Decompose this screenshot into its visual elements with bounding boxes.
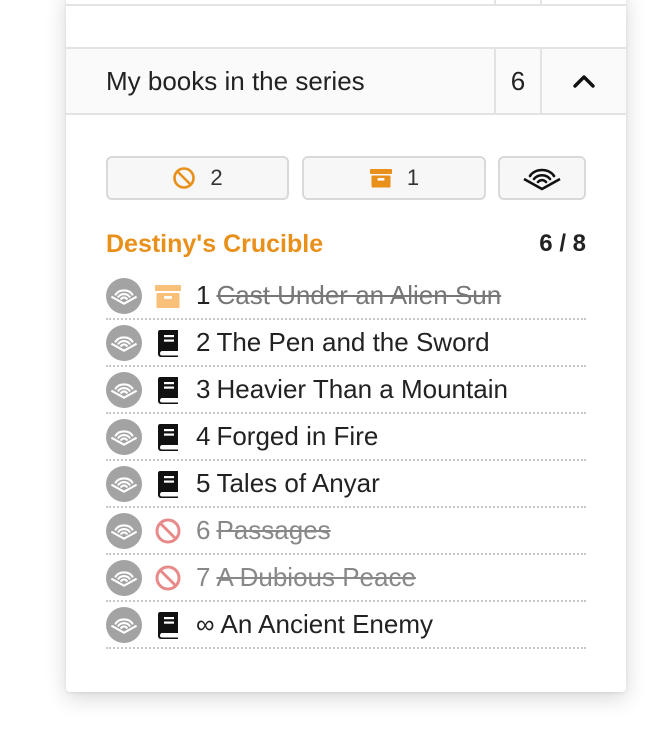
book-title-link[interactable]: 4 Forged in Fire xyxy=(196,421,378,452)
book-row: 7A Dubious Peace xyxy=(106,555,586,602)
previous-row xyxy=(66,0,626,6)
archive-icon xyxy=(369,166,393,190)
book-title: A Dubious Peace xyxy=(216,562,416,592)
book-title-link[interactable]: ∞ An Ancient Enemy xyxy=(196,609,433,640)
section-count-value: 6 xyxy=(510,65,526,96)
block-icon xyxy=(154,564,182,592)
audiobook-badge-icon[interactable] xyxy=(106,371,142,408)
book-row: 6 Passages xyxy=(106,508,586,555)
block-icon xyxy=(154,517,182,545)
filter-bar: 2 1 xyxy=(106,156,586,200)
filter-excluded-button[interactable]: 2 xyxy=(106,156,289,200)
book-title: The Pen and the Sword xyxy=(216,327,490,357)
book-number: 1 xyxy=(196,280,211,310)
book-title-link[interactable]: 1 Cast Under an Alien Sun xyxy=(196,280,501,311)
book-row: 3 Heavier Than a Mountain xyxy=(106,367,586,414)
book-title-link[interactable]: 3 Heavier Than a Mountain xyxy=(196,374,508,405)
book-icon xyxy=(154,329,182,357)
series-name-link[interactable]: Destiny's Crucible xyxy=(106,230,323,259)
book-title: An Ancient Enemy xyxy=(220,609,434,639)
archive-icon xyxy=(154,282,182,310)
book-number: ∞ xyxy=(196,609,215,639)
book-title-link[interactable]: 6 Passages xyxy=(196,515,331,546)
block-icon xyxy=(172,166,196,190)
section-count: 6 xyxy=(494,49,540,113)
book-list: 1 Cast Under an Alien Sun 2 The Pen and the… xyxy=(106,273,586,649)
book-title-link[interactable]: 7A Dubious Peace xyxy=(196,562,416,593)
book-title: Tales of Anyar xyxy=(216,468,380,498)
audiobook-badge-icon[interactable] xyxy=(106,418,142,455)
audiobook-badge-icon[interactable] xyxy=(106,606,142,643)
filter-archived-count: 1 xyxy=(406,165,420,190)
book-title: Cast Under an Alien Sun xyxy=(216,280,502,310)
filter-audible-button[interactable] xyxy=(498,156,586,200)
book-icon xyxy=(154,611,182,639)
my-books-header[interactable]: My books in the series 6 xyxy=(66,47,626,115)
book-icon xyxy=(154,423,182,451)
book-title: Passages xyxy=(216,515,331,545)
book-icon xyxy=(154,376,182,404)
divider xyxy=(494,0,496,6)
book-number: 5 xyxy=(196,468,211,498)
book-row: 2 The Pen and the Sword xyxy=(106,320,586,367)
audiobook-badge-icon[interactable] xyxy=(106,277,142,314)
section-title: My books in the series xyxy=(106,66,365,96)
book-number: 4 xyxy=(196,421,211,451)
audiobook-badge-icon[interactable] xyxy=(106,324,142,361)
audiobook-badge-icon[interactable] xyxy=(106,465,142,502)
book-number: 7 xyxy=(196,562,211,592)
book-row: 1 Cast Under an Alien Sun xyxy=(106,273,586,320)
book-row: ∞ An Ancient Enemy xyxy=(106,602,586,649)
filter-excluded-count: 2 xyxy=(210,165,223,190)
book-title: Forged in Fire xyxy=(216,421,379,451)
series-progress: 6 / 8 xyxy=(539,230,586,257)
audiobook-badge-icon[interactable] xyxy=(106,559,142,596)
audiobook-badge-icon[interactable] xyxy=(106,512,142,549)
collapse-toggle-button[interactable] xyxy=(540,49,626,113)
chevron-up-icon xyxy=(573,75,595,88)
book-number: 2 xyxy=(196,327,211,357)
book-title-link[interactable]: 2 The Pen and the Sword xyxy=(196,327,490,358)
series-header: Destiny's Crucible 6 / 8 xyxy=(106,230,586,262)
book-title: Heavier Than a Mountain xyxy=(216,374,508,404)
book-row: 5 Tales of Anyar xyxy=(106,461,586,508)
book-number: 3 xyxy=(196,374,211,404)
book-row: 4 Forged in Fire xyxy=(106,414,586,461)
audible-icon xyxy=(523,168,561,191)
filter-archived-button[interactable]: 1 xyxy=(302,156,486,200)
series-card: My books in the series 6 2 1 Destiny's C… xyxy=(66,0,626,692)
book-number: 6 xyxy=(196,515,211,545)
divider xyxy=(540,0,542,6)
book-icon xyxy=(154,470,182,498)
book-title-link[interactable]: 5 Tales of Anyar xyxy=(196,468,380,499)
